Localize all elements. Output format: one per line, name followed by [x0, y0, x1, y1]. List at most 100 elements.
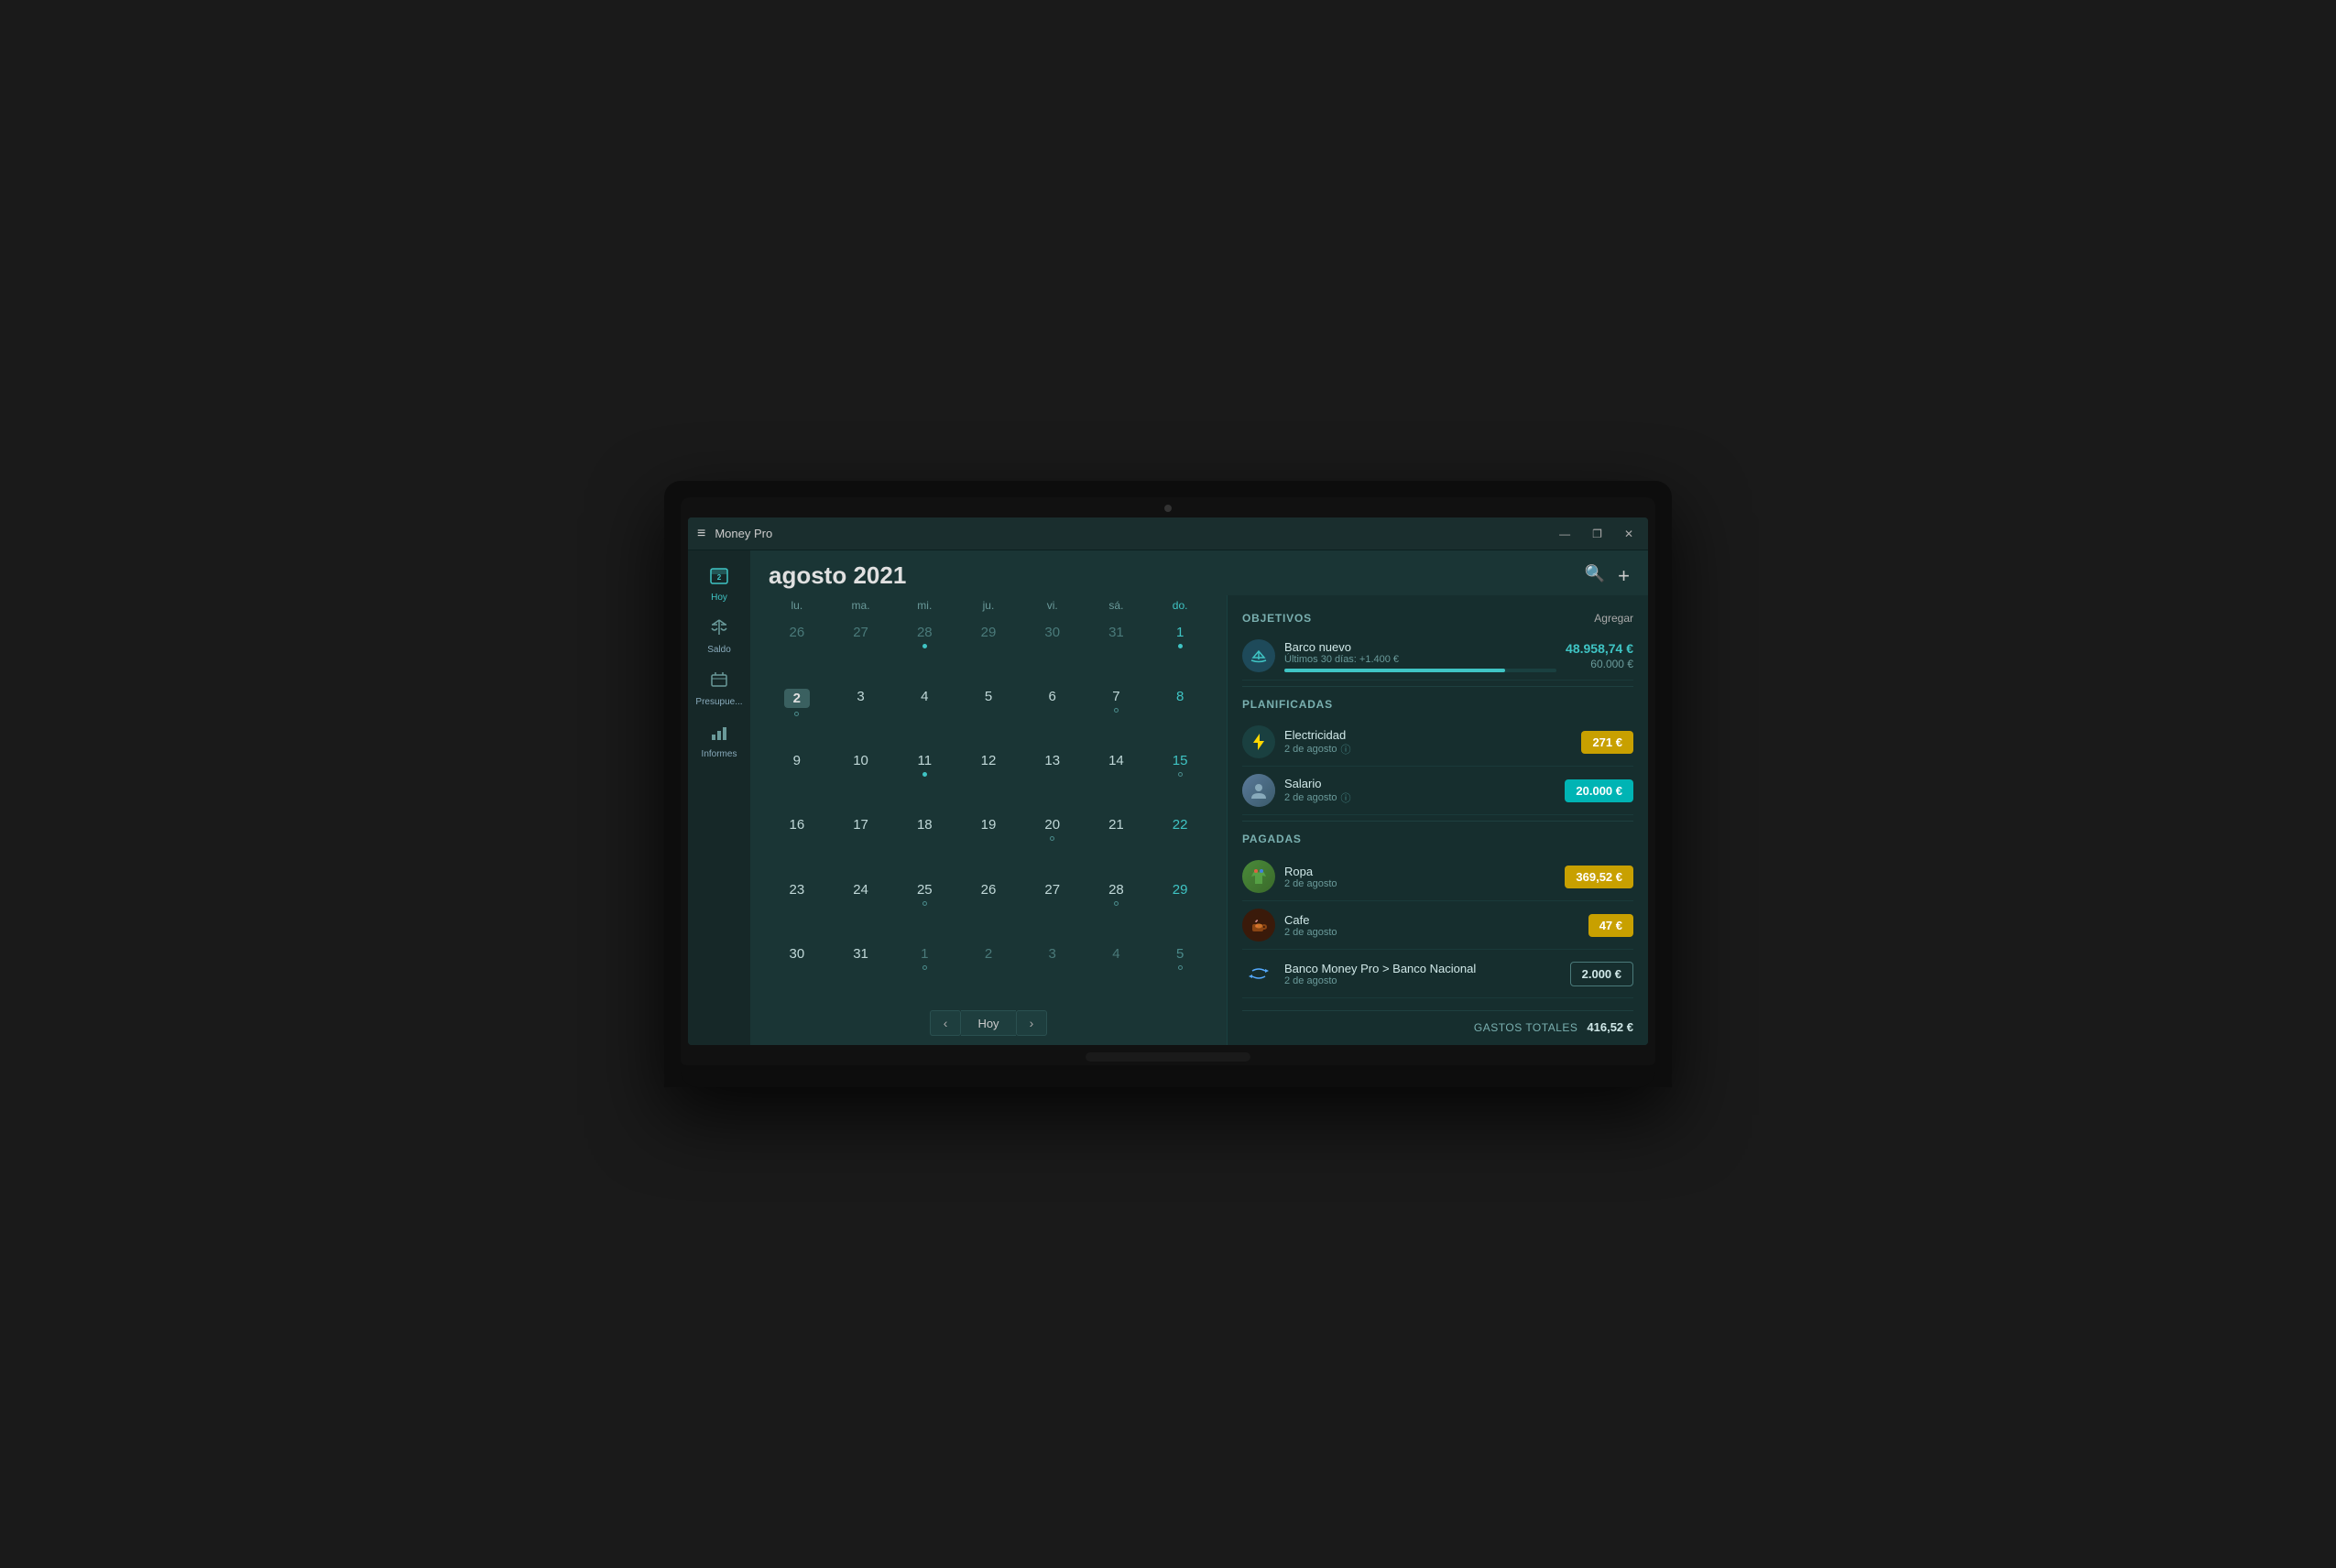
ropa-row[interactable]: Ropa 2 de agosto 369,52 €: [1242, 853, 1633, 901]
cal-day-31[interactable]: 31: [829, 941, 893, 1003]
cal-day-14[interactable]: 14: [1085, 747, 1149, 810]
cal-day-29-prev[interactable]: 29: [956, 619, 1021, 681]
cal-day-21[interactable]: 21: [1085, 811, 1149, 874]
minimize-button[interactable]: —: [1554, 526, 1576, 542]
dow-lu: lu.: [765, 595, 829, 615]
cal-day-15-sun[interactable]: 15: [1148, 747, 1212, 810]
trackpad: [1086, 1052, 1250, 1062]
barco-row[interactable]: Barco nuevo Últimos 30 días: +1.400 € 48…: [1242, 632, 1633, 681]
cal-day-6[interactable]: 6: [1021, 683, 1085, 746]
dow-sa: sá.: [1085, 595, 1149, 615]
planificadas-section: PLANIFICADAS Electricida: [1242, 692, 1633, 815]
cal-day-8-sun[interactable]: 8: [1148, 683, 1212, 746]
days-of-week-row: lu. ma. mi. ju. vi. sá. do.: [765, 595, 1212, 615]
close-button[interactable]: ✕: [1619, 526, 1639, 542]
cal-day-23[interactable]: 23: [765, 877, 829, 939]
divider-1: [1242, 686, 1633, 687]
barco-amount-primary: 48.958,74 €: [1566, 641, 1633, 656]
dow-ju: ju.: [956, 595, 1021, 615]
calendar-grid: 26 27 28 29 30 31 1 2 3 4: [765, 619, 1212, 1003]
laptop-base: [681, 1065, 1655, 1087]
cal-day-30[interactable]: 30: [765, 941, 829, 1003]
cal-day-25[interactable]: 25: [892, 877, 956, 939]
cal-day-26[interactable]: 26: [956, 877, 1021, 939]
app-title: Money Pro: [715, 527, 1554, 540]
electricidad-row[interactable]: Electricidad 2 de agosto ⓘ 271 €: [1242, 718, 1633, 767]
agregar-button[interactable]: Agregar: [1594, 612, 1633, 625]
sidebar-item-hoy[interactable]: 2 Hoy: [688, 558, 750, 610]
cal-day-11[interactable]: 11: [892, 747, 956, 810]
sidebar-item-informes[interactable]: Informes: [688, 714, 750, 767]
sidebar-label-presupuesto: Presupue...: [695, 697, 742, 707]
cal-day-5[interactable]: 5: [956, 683, 1021, 746]
cal-day-24[interactable]: 24: [829, 877, 893, 939]
ropa-sub: 2 de agosto: [1284, 878, 1556, 889]
pagadas-header: PAGADAS: [1242, 833, 1633, 845]
dow-mi: mi.: [892, 595, 956, 615]
svg-text:2: 2: [717, 573, 722, 582]
calendar-icon: 2: [709, 565, 729, 590]
cal-day-12[interactable]: 12: [956, 747, 1021, 810]
total-label: GASTOS TOTALES: [1474, 1021, 1577, 1034]
cal-day-5-next-sun[interactable]: 5: [1148, 941, 1212, 1003]
planificadas-title: PLANIFICADAS: [1242, 698, 1333, 711]
sidebar-item-saldo[interactable]: Saldo: [688, 610, 750, 662]
cal-day-9[interactable]: 9: [765, 747, 829, 810]
cal-day-29-sun[interactable]: 29: [1148, 877, 1212, 939]
calendar-title: agosto 2021: [769, 561, 906, 590]
sidebar-label-hoy: Hoy: [711, 593, 727, 603]
electricidad-amount: 271 €: [1581, 731, 1633, 754]
calendar-nav: ‹ Hoy ›: [765, 1010, 1212, 1036]
sidebar-item-presupuesto[interactable]: Presupue...: [688, 662, 750, 714]
cal-day-7[interactable]: 7: [1085, 683, 1149, 746]
total-amount: 416,52 €: [1587, 1020, 1633, 1034]
cal-day-10[interactable]: 10: [829, 747, 893, 810]
cafe-row[interactable]: Cafe 2 de agosto 47 €: [1242, 901, 1633, 950]
cal-day-18[interactable]: 18: [892, 811, 956, 874]
salario-name: Salario: [1284, 777, 1556, 790]
cal-day-17[interactable]: 17: [829, 811, 893, 874]
cal-day-19[interactable]: 19: [956, 811, 1021, 874]
add-event-icon[interactable]: +: [1618, 564, 1630, 588]
cal-day-1-next[interactable]: 1: [892, 941, 956, 1003]
prev-month-button[interactable]: ‹: [930, 1010, 962, 1036]
ropa-icon: [1242, 860, 1275, 893]
cal-day-4-next[interactable]: 4: [1085, 941, 1149, 1003]
dow-do: do.: [1148, 595, 1212, 615]
salario-row[interactable]: Salario 2 de agosto ⓘ 20.000 €: [1242, 767, 1633, 815]
sidebar-label-saldo: Saldo: [707, 645, 731, 655]
maximize-button[interactable]: ❐: [1587, 526, 1608, 542]
barco-progress: [1284, 669, 1556, 672]
app-body: 2 Hoy: [688, 550, 1648, 1045]
cal-day-26-prev[interactable]: 26: [765, 619, 829, 681]
cal-day-3-next[interactable]: 3: [1021, 941, 1085, 1003]
search-icon[interactable]: 🔍: [1585, 564, 1605, 588]
hamburger-icon[interactable]: ≡: [697, 526, 705, 542]
cal-day-13[interactable]: 13: [1021, 747, 1085, 810]
divider-2: [1242, 821, 1633, 822]
pagadas-title: PAGADAS: [1242, 833, 1302, 845]
transfer-row[interactable]: Banco Money Pro > Banco Nacional 2 de ag…: [1242, 950, 1633, 998]
next-month-button[interactable]: ›: [1016, 1010, 1048, 1036]
calendar-header: agosto 2021 🔍 +: [750, 550, 1648, 595]
cal-day-28-prev[interactable]: 28: [892, 619, 956, 681]
cal-day-30-prev[interactable]: 30: [1021, 619, 1085, 681]
cal-day-31-prev[interactable]: 31: [1085, 619, 1149, 681]
split-view: lu. ma. mi. ju. vi. sá. do.: [750, 595, 1648, 1045]
cal-day-2-next[interactable]: 2: [956, 941, 1021, 1003]
cal-day-1-sun[interactable]: 1: [1148, 619, 1212, 681]
budget-icon: [709, 670, 729, 694]
cal-day-3[interactable]: 3: [829, 683, 893, 746]
cal-day-28[interactable]: 28: [1085, 877, 1149, 939]
cal-day-20[interactable]: 20: [1021, 811, 1085, 874]
objetivos-section: OBJETIVOS Agregar: [1242, 606, 1633, 681]
pagadas-section: PAGADAS: [1242, 827, 1633, 998]
cal-day-27-prev[interactable]: 27: [829, 619, 893, 681]
cal-day-16[interactable]: 16: [765, 811, 829, 874]
cafe-icon: [1242, 909, 1275, 942]
cal-day-27[interactable]: 27: [1021, 877, 1085, 939]
cal-day-2-today[interactable]: 2: [765, 683, 829, 746]
today-button[interactable]: Hoy: [961, 1010, 1015, 1036]
cal-day-22-sun[interactable]: 22: [1148, 811, 1212, 874]
cal-day-4[interactable]: 4: [892, 683, 956, 746]
